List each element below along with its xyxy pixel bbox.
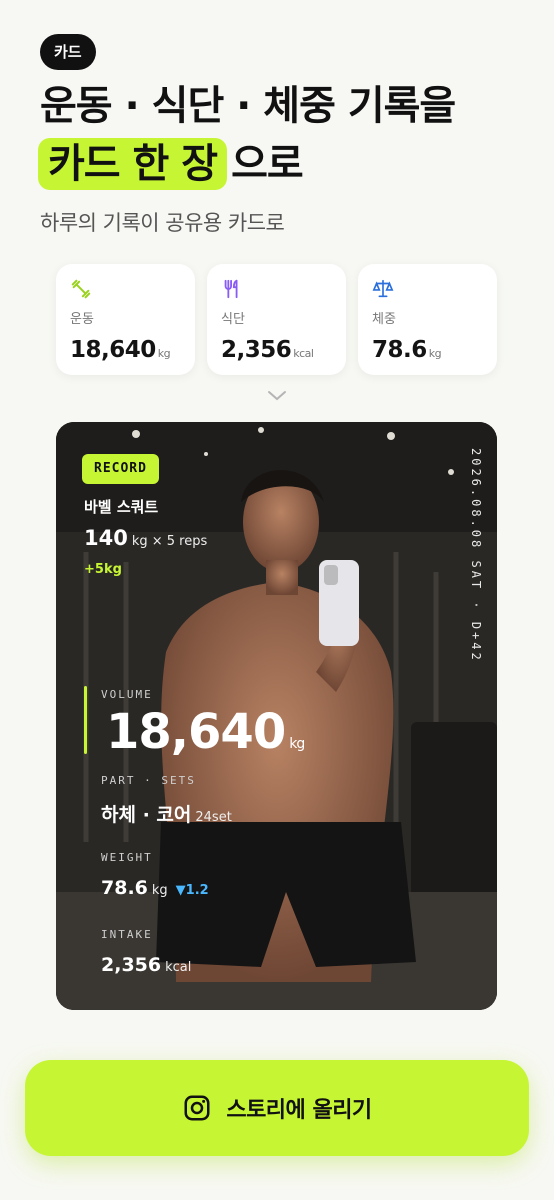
- part-label: PART · SETS: [101, 774, 196, 787]
- stat-unit: kg: [157, 347, 171, 360]
- exercise-delta: +5kg: [84, 562, 122, 577]
- body-weight-unit: kg: [151, 883, 168, 898]
- stat-value: 2,356: [221, 337, 292, 363]
- headline-highlight: 카드 한 장: [38, 138, 228, 190]
- body-weight-value: 78.6: [101, 877, 148, 899]
- volume-label: VOLUME: [101, 688, 153, 701]
- exercise-weight: 140: [84, 526, 128, 550]
- part-sets: 24set: [195, 810, 232, 825]
- subtitle: 하루의 기록이 공유용 카드로: [40, 211, 285, 235]
- stat-card-workout[interactable]: 운동 18,640 kg: [56, 264, 195, 375]
- stat-label: 운동: [70, 312, 94, 327]
- exercise-sets-detail: kg × 5 reps: [131, 534, 208, 549]
- volume-value: 18,640: [106, 704, 286, 760]
- stat-card-diet[interactable]: 식단 2,356 kcal: [207, 264, 346, 375]
- fork-knife-icon: [224, 279, 238, 299]
- headline: 운동 · 식단 · 체중 기록을 카드 한 장 으로: [38, 80, 456, 190]
- stat-label: 식단: [221, 312, 245, 327]
- intake-unit: kcal: [165, 960, 192, 975]
- record-card: RECORD 2026.08.08 SAT · D+42 바벨 스쿼트 140 k…: [56, 422, 497, 1010]
- record-date: 2026.08.08 SAT · D+42: [469, 448, 483, 663]
- body-weight-delta: ▼1.2: [175, 883, 209, 898]
- weight-label: WEIGHT: [101, 851, 153, 864]
- headline-line1: 운동 · 식단 · 체중 기록을: [40, 83, 456, 129]
- record-badge: RECORD: [82, 454, 159, 484]
- volume-unit: kg: [289, 736, 305, 752]
- stat-cards: 운동 18,640 kg 식단 2,356 kcal 체중 78.6 kg: [56, 264, 497, 375]
- stat-card-weight[interactable]: 체중 78.6 kg: [358, 264, 497, 375]
- stat-unit: kg: [428, 347, 442, 360]
- instagram-icon: [184, 1095, 210, 1121]
- stat-value: 78.6: [372, 337, 427, 363]
- part-value: 하체 · 코어: [101, 804, 192, 826]
- exercise-name: 바벨 스쿼트: [84, 498, 159, 516]
- share-story-label: 스토리에 올리기: [226, 1098, 372, 1123]
- intake-value: 2,356: [101, 954, 162, 976]
- stat-value: 18,640: [70, 337, 156, 363]
- intake-label: INTAKE: [101, 928, 153, 941]
- chevron-down-icon: [268, 391, 286, 401]
- stat-label: 체중: [372, 312, 396, 327]
- share-story-button[interactable]: 스토리에 올리기: [25, 1060, 529, 1156]
- scale-icon: [372, 279, 394, 298]
- dumbbell-icon: [71, 279, 91, 299]
- headline-line2-rest: 으로: [231, 141, 304, 187]
- category-tag: 카드: [40, 34, 96, 70]
- volume-accent-bar: [84, 686, 87, 754]
- stat-unit: kcal: [293, 347, 314, 360]
